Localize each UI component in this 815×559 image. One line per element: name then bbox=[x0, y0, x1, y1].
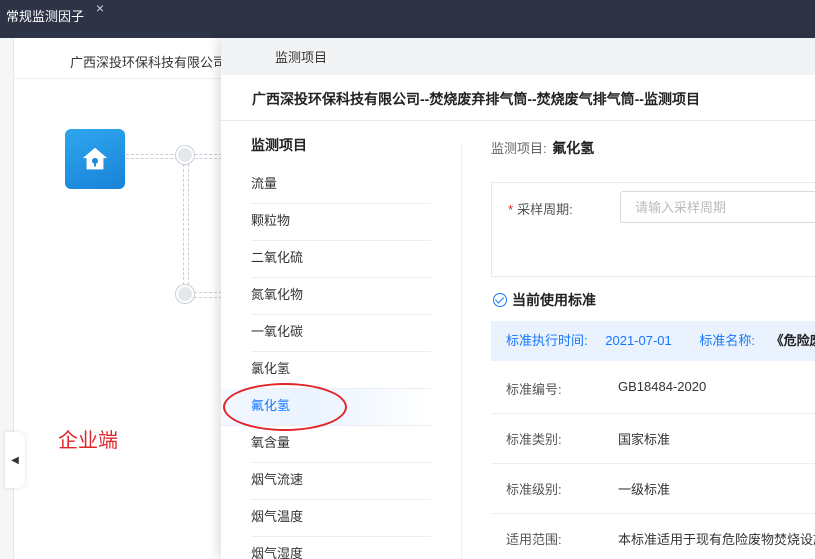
list-item[interactable]: 氯化氢 bbox=[251, 352, 431, 389]
drawer-path-title: 广西深投环保科技有限公司--焚烧废弃排气筒--焚烧废气排气筒--监测项目 bbox=[252, 91, 700, 107]
standard-row: 标准编号: GB18484-2020 bbox=[491, 364, 815, 414]
period-label: * 采样周期: bbox=[508, 202, 573, 217]
list-item[interactable]: 烟气湿度 bbox=[251, 537, 431, 559]
standard-row: 适用范围: 本标准适用于现有危险废物焚烧设施 bbox=[491, 514, 815, 559]
detail-header: 监测项目: 氟化氢 bbox=[491, 138, 815, 158]
item-value: 氟化氢 bbox=[552, 140, 595, 156]
sampling-form: * 采样周期: bbox=[491, 182, 815, 277]
title-bar: 常规监测因子 × bbox=[0, 0, 815, 38]
list-item[interactable]: 流量 bbox=[251, 167, 431, 204]
divider bbox=[221, 120, 815, 121]
row-key: 标准类别: bbox=[506, 432, 562, 447]
tab-label: 常规监测因子 bbox=[6, 9, 85, 24]
vertical-divider bbox=[461, 143, 462, 559]
list-item-active[interactable]: 氟化氢 bbox=[221, 389, 431, 426]
list-item[interactable]: 氮氧化物 bbox=[251, 278, 431, 315]
list-item[interactable]: 一氧化碳 bbox=[251, 315, 431, 352]
name-value: 《危险废物 bbox=[770, 333, 815, 348]
list-item[interactable]: 氧含量 bbox=[251, 426, 431, 463]
monitoring-item-list: 监测项目 流量 颗粒物 二氧化硫 氮氧化物 一氧化碳 氯化氢 氟化氢 氧含量 烟… bbox=[221, 135, 431, 559]
connector-line bbox=[188, 164, 189, 290]
sampling-period-input[interactable] bbox=[620, 191, 815, 223]
standard-summary-bar: 标准执行时间: 2021-07-01 标准名称: 《危险废物 bbox=[491, 321, 815, 361]
connector-line bbox=[194, 297, 222, 298]
check-circle-icon bbox=[493, 293, 507, 307]
drawer-header: 监测项目 bbox=[221, 38, 815, 75]
flow-node[interactable] bbox=[176, 285, 194, 303]
chevron-left-icon: ◀ bbox=[11, 454, 19, 466]
row-value: 一级标准 bbox=[618, 482, 671, 497]
row-key: 适用范围: bbox=[506, 532, 562, 547]
connector-line bbox=[194, 292, 222, 293]
enterprise-annotation: 企业端 bbox=[58, 430, 118, 452]
standard-row: 标准类别: 国家标准 bbox=[491, 414, 815, 464]
flow-node[interactable] bbox=[176, 146, 194, 164]
home-icon[interactable] bbox=[65, 129, 125, 189]
collapse-button[interactable]: ◀ bbox=[5, 432, 25, 488]
divider bbox=[14, 78, 234, 79]
list-title: 监测项目 bbox=[251, 137, 307, 153]
close-icon[interactable]: × bbox=[96, 0, 104, 18]
connector-line bbox=[126, 154, 222, 155]
standard-row: 标准级别: 一级标准 bbox=[491, 464, 815, 514]
company-name: 广西深投环保科技有限公司 bbox=[70, 55, 224, 70]
tab-routine-monitoring[interactable]: 常规监测因子 × bbox=[0, 0, 108, 38]
row-value: 国家标准 bbox=[618, 432, 671, 447]
name-label: 标准名称: bbox=[699, 333, 755, 348]
list-item[interactable]: 烟气温度 bbox=[251, 500, 431, 537]
standard-heading: 当前使用标准 bbox=[493, 290, 596, 310]
connector-line bbox=[183, 164, 184, 290]
list-item[interactable]: 二氧化硫 bbox=[251, 241, 431, 278]
house-icon bbox=[82, 147, 108, 170]
row-key: 标准级别: bbox=[506, 482, 562, 497]
time-label: 标准执行时间: bbox=[506, 333, 588, 348]
list-item[interactable]: 颗粒物 bbox=[251, 204, 431, 241]
required-mark: * bbox=[508, 202, 514, 217]
list-item[interactable]: 烟气流速 bbox=[251, 463, 431, 500]
row-value: 本标准适用于现有危险废物焚烧设施 bbox=[618, 532, 815, 547]
connector-line bbox=[126, 158, 222, 159]
time-value: 2021-07-01 bbox=[605, 333, 672, 348]
row-value: GB18484-2020 bbox=[618, 379, 707, 394]
monitoring-items-drawer: 监测项目 广西深投环保科技有限公司--焚烧废弃排气筒--焚烧废气排气筒--监测项… bbox=[221, 38, 815, 559]
item-label: 监测项目: bbox=[491, 141, 547, 156]
row-key: 标准编号: bbox=[506, 382, 562, 397]
